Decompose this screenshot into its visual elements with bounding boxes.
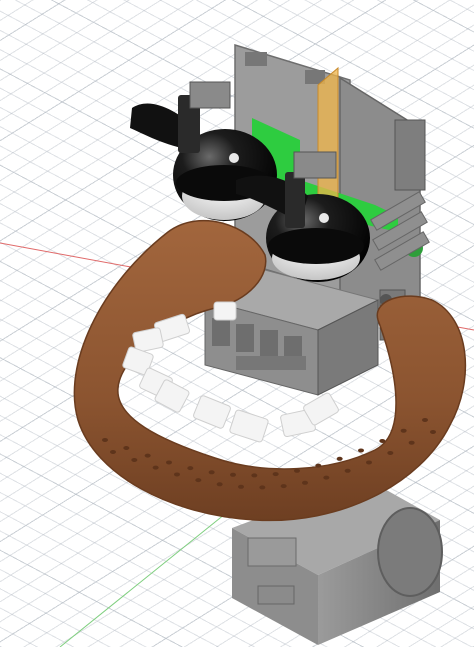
lip-dot: [187, 466, 194, 471]
lip-dot: [408, 440, 415, 445]
lip-dot: [152, 465, 159, 470]
lip-dot: [387, 450, 394, 455]
lip-dot: [110, 450, 116, 454]
lip-dot: [238, 484, 244, 489]
lip-dot: [216, 482, 223, 487]
lip-dot: [280, 484, 287, 489]
lip-dot: [174, 472, 180, 477]
lip-dot: [251, 473, 258, 478]
lip-dot: [123, 446, 130, 451]
lip-dot: [131, 458, 138, 463]
lip-dot: [366, 460, 372, 465]
tooth: [229, 409, 269, 443]
lip-dot: [336, 456, 343, 461]
lip-dot: [302, 480, 308, 485]
lip-dot: [430, 430, 436, 434]
lip-dot: [323, 475, 330, 480]
lip-dot: [166, 460, 172, 465]
tooth: [213, 301, 237, 321]
lip-dot: [400, 428, 407, 433]
lip-dot: [315, 463, 322, 468]
lip-dot: [358, 448, 364, 453]
lip-dot: [422, 418, 428, 422]
lip-dot: [230, 472, 236, 477]
lip-dot: [344, 468, 351, 473]
lip-dot: [294, 468, 300, 473]
lip-dot: [379, 438, 386, 443]
lip-dot: [144, 453, 151, 458]
lip-dot: [195, 478, 202, 483]
lip-dot: [208, 470, 215, 475]
y-axis-line: [59, 509, 231, 647]
tooth: [193, 395, 231, 429]
lip-dot: [102, 438, 108, 442]
lip-dot: [272, 472, 279, 477]
model-scene[interactable]: [0, 0, 474, 647]
lip-dot: [259, 485, 266, 490]
cad-viewport[interactable]: [0, 0, 474, 647]
